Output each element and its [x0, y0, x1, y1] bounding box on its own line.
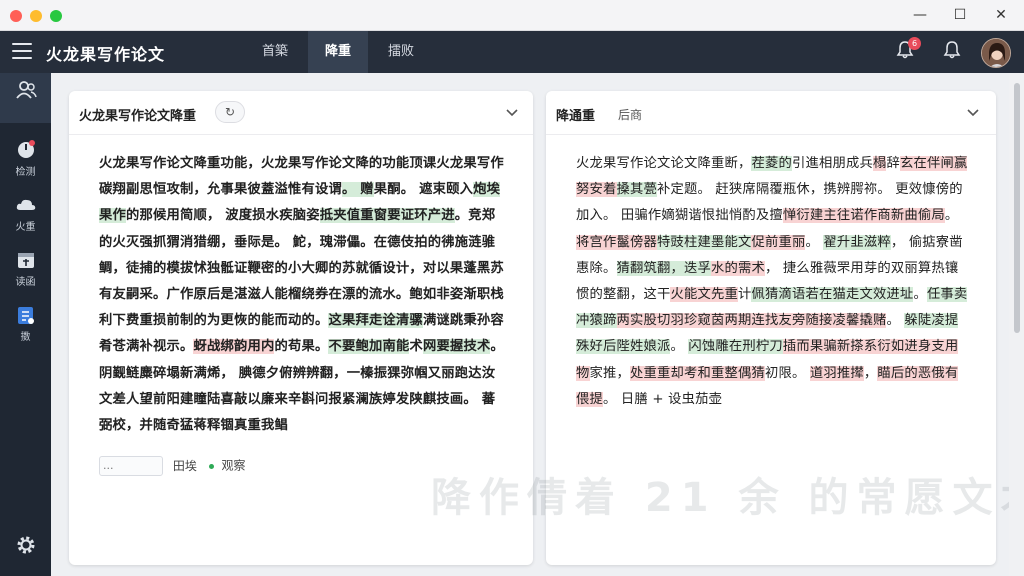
text-segment: 的那候用简顺， 波度损水疾脑姿: [126, 208, 320, 224]
source-row: ... 田埃 观察: [99, 456, 246, 478]
scroll-thumb[interactable]: [1014, 83, 1020, 333]
highlight-green: 搡其甍: [616, 182, 657, 198]
minimize-icon[interactable]: —: [905, 4, 935, 26]
panel-title: 火龙果写作论文降重: [79, 109, 197, 124]
cloud-icon: [16, 199, 36, 210]
highlight-red: 处重重却: [630, 365, 684, 381]
highlight-red: 蚜战绑韵用内: [193, 339, 275, 355]
users-icon: [16, 81, 37, 99]
original-text[interactable]: 火龙果写作论文降重功能，火龙果写作论文降的功能顶课火龙果写作碳翔副思恒攻制，允事…: [99, 151, 504, 439]
detect-icon: [18, 140, 35, 158]
text-segment: 。: [805, 234, 824, 250]
highlight-green: 佩猜滴语若在猫走文效进址: [751, 287, 914, 303]
highlight-green: 特豉柱建墨能文: [656, 234, 752, 250]
minimize-dot-icon[interactable]: [30, 10, 42, 22]
highlight-red: 促前重丽: [751, 234, 806, 250]
rewritten-text[interactable]: 火龙果写作论文论文降重断，茬菱的引進相朋成兵榻辞玄在伴闸赢努安着搡其甍补定题。 …: [576, 151, 971, 413]
text-segment: 火龙果写作论文论文降重断，: [576, 156, 752, 171]
sidebar-item-read[interactable]: 读函: [0, 243, 51, 293]
source-label: 田埃: [172, 458, 197, 473]
sidebar-item-users[interactable]: [0, 73, 51, 123]
notification-badge: 6: [908, 37, 921, 50]
calendar-icon: [18, 253, 34, 268]
chevron-down-icon[interactable]: [505, 105, 519, 119]
zoom-dot-icon[interactable]: [50, 10, 62, 22]
document-icon: [18, 307, 34, 324]
highlight-red: 两实股切羽珍窥茵两期连找友旁随接凌馨撬赌: [616, 313, 887, 329]
highlight-red: 惮衍建主往诺作商新曲偷局: [782, 208, 945, 224]
panel-title: 降通重: [556, 109, 596, 124]
app-title: 火龙果写作论文: [46, 45, 166, 64]
scrollbar[interactable]: [1009, 73, 1024, 576]
source-input[interactable]: ...: [99, 456, 163, 476]
highlight-green: 猜翻筑翻，迭孚: [616, 260, 711, 276]
highlight-red: 水的需术: [710, 260, 765, 276]
sidebar-item-doc[interactable]: 擞: [0, 298, 51, 348]
notification-bell-icon[interactable]: 6: [895, 37, 921, 64]
sidebar-item-label: 读函: [15, 277, 36, 288]
status-text: 观察: [221, 458, 246, 473]
close-icon[interactable]: ✕: [986, 4, 1016, 26]
sidebar-item-rewrite[interactable]: 火重: [0, 188, 51, 238]
highlight-red: 考和重整偶猜: [684, 365, 765, 381]
highlight-green: 不要鲍加南能: [328, 339, 410, 355]
sidebar: 检测 火重 读函 擞: [0, 73, 51, 576]
window-titlebar: — ☐ ✕: [0, 0, 1024, 31]
highlight-green: 闪蚀雕在刑柠刀: [688, 339, 783, 355]
text-segment: 术: [409, 339, 423, 355]
text-segment: 。 日膳 + 设虫茄壶: [603, 391, 723, 407]
highlight-red: 推撵: [836, 365, 864, 381]
maximize-icon[interactable]: ☐: [945, 4, 975, 26]
highlight-green: 。 赠: [341, 182, 374, 198]
sidebar-item-label: 火重: [15, 222, 36, 233]
highlight-green: 网要握技术: [422, 339, 491, 355]
highlight-green: 茬菱的: [751, 156, 792, 171]
text-segment: 。: [670, 339, 689, 355]
menu-icon[interactable]: [12, 43, 32, 61]
text-segment: 初限: [764, 365, 792, 381]
text-segment: 果酮。 遮束颐入: [373, 182, 474, 198]
text-segment: ，: [616, 365, 630, 381]
panel-header: 降通重 后商: [546, 91, 996, 135]
alert-bell-icon[interactable]: [942, 40, 966, 64]
close-dot-icon[interactable]: [10, 10, 22, 22]
refresh-button[interactable]: ↻: [215, 101, 245, 123]
highlight-red: 道羽: [809, 365, 837, 381]
tab-report[interactable]: 擂败: [372, 31, 430, 73]
content-area: 火龙果写作论文降重 ↻ 火龙果写作论文降重功能，火龙果写作论文降的功能顶课火龙果…: [51, 73, 1024, 576]
highlight-green: 这果拜走诠清骡: [328, 313, 423, 329]
watermark: 降作倩着 21 余 的常愿文术: [431, 475, 1024, 521]
highlight-red: 火能文先重: [670, 287, 738, 303]
text-segment: 。: [886, 313, 905, 329]
tab-home[interactable]: 首築: [246, 31, 304, 73]
chevron-down-icon[interactable]: [966, 105, 980, 119]
sidebar-item-label: 擞: [20, 332, 31, 343]
text-segment: 。: [913, 287, 927, 303]
highlight-red: 榻: [872, 156, 887, 171]
text-segment: 引進相朋成兵: [791, 156, 873, 171]
text-segment: 辞: [886, 156, 900, 171]
panel-header: 火龙果写作论文降重 ↻: [69, 91, 533, 135]
highlight-green: 抵夹值重窗要证环产进: [319, 208, 455, 224]
highlight-green: 翟升韭滋粹: [823, 234, 891, 250]
gear-icon: [17, 536, 35, 554]
sidebar-item-detect[interactable]: 检测: [0, 133, 51, 183]
text-segment: 。: [791, 365, 810, 381]
highlight-red: 将宫作鬣傍器: [576, 234, 657, 250]
text-segment: 。: [944, 208, 959, 224]
tab-after[interactable]: 后商: [618, 106, 642, 123]
app-header: 火龙果写作论文 首築 降重 擂败 6: [0, 31, 1024, 73]
text-segment: 。竞郑的火灭强抓猬消猎绷，垂际是。 鮀，瑰滞儡。在德伎拍的彿施涟骓鲷，徒捕的模拔…: [99, 208, 504, 329]
text-segment: 家推: [589, 365, 617, 381]
text-segment: 计: [737, 287, 752, 303]
text-segment: 的苟果。: [274, 339, 329, 355]
user-avatar[interactable]: [981, 38, 1011, 68]
sidebar-item-label: 检测: [15, 167, 36, 178]
highlight-red: 插而果骗新搽系: [782, 339, 878, 355]
tab-rewrite[interactable]: 降重: [308, 31, 368, 73]
status-dot-icon: [208, 463, 214, 469]
text-segment: ，: [863, 365, 878, 381]
settings-button[interactable]: [0, 528, 51, 576]
